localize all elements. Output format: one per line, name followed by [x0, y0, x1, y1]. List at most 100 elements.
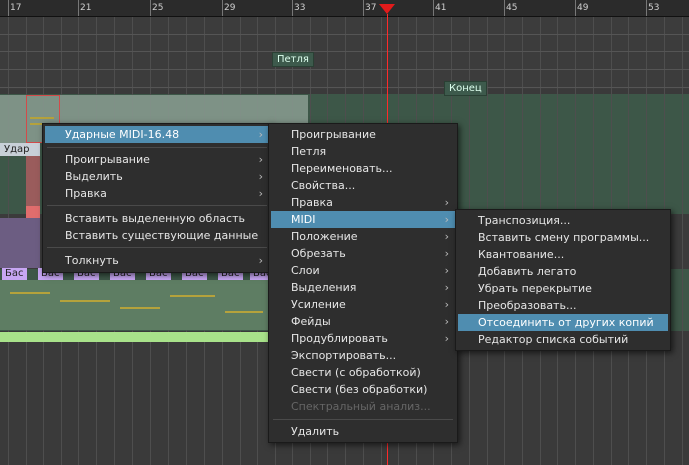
midi-note: [60, 300, 110, 302]
menu-item-layers[interactable]: Слои ›: [271, 262, 455, 279]
drum-region-label: Удар: [4, 144, 30, 155]
submenu-arrow-icon: ›: [444, 196, 449, 209]
timeline-ruler[interactable]: 17 21 25 29 33 37 41 45 49 53: [0, 0, 689, 17]
submenu-arrow-icon: ›: [444, 281, 449, 294]
ruler-tickline: [433, 0, 434, 16]
playhead-marker-icon[interactable]: [379, 4, 395, 14]
menu-item-label: Преобразовать...: [478, 299, 577, 312]
menu-item-label: Свойства...: [291, 179, 356, 192]
menu-item-label: Переименовать...: [291, 162, 393, 175]
ruler-tick: 29: [224, 3, 236, 13]
lane-divider: [0, 87, 689, 88]
menu-item-select[interactable]: Выделить ›: [45, 168, 269, 185]
ruler-tick: 49: [577, 3, 589, 13]
menu-item-midi[interactable]: MIDI ›: [271, 211, 455, 228]
menu-item-label: Свести (без обработки): [291, 383, 428, 396]
menu-item-duplicate[interactable]: Продублировать ›: [271, 330, 455, 347]
ruler-tickline: [8, 0, 9, 16]
menu-item-label: Проигрывание: [291, 128, 376, 141]
menu-item-edit[interactable]: Правка ›: [45, 185, 269, 202]
menu-item-transform[interactable]: Преобразовать...: [458, 297, 668, 314]
loop-marker[interactable]: Петля: [272, 52, 314, 67]
menu-separator: [273, 419, 453, 420]
drum-region-end[interactable]: [26, 206, 40, 218]
ruler-tickline: [504, 0, 505, 16]
submenu-arrow-icon: ›: [444, 298, 449, 311]
menu-item-fades[interactable]: Фейды ›: [271, 313, 455, 330]
menu-item-bounce-unprocessed[interactable]: Свести (без обработки): [271, 381, 455, 398]
menu-item-remove-overlap[interactable]: Убрать перекрытие: [458, 280, 668, 297]
midi-note: [120, 307, 160, 309]
menu-item-paste-selection[interactable]: Вставить выделенную область: [45, 210, 269, 227]
bass-region[interactable]: [0, 280, 268, 330]
menu-item-unlink[interactable]: Отсоединить от других копий: [458, 314, 668, 331]
submenu-arrow-icon: ›: [258, 170, 263, 183]
grid-line: [682, 17, 683, 465]
menu-item-label: Петля: [291, 145, 327, 158]
menu-item-export[interactable]: Экспортировать...: [271, 347, 455, 364]
menu-item-gain[interactable]: Усиление ›: [271, 296, 455, 313]
ruler-tick: 45: [506, 3, 518, 13]
menu-item-delete[interactable]: Удалить: [271, 423, 455, 440]
menu-item-legato[interactable]: Добавить легато: [458, 263, 668, 280]
menu-item-region-name[interactable]: Ударные MIDI-16.48 ›: [45, 126, 269, 143]
menu-item-quantize[interactable]: Квантование...: [458, 246, 668, 263]
menu-item-loop[interactable]: Петля: [271, 143, 455, 160]
menu-item-label: Слои: [291, 264, 320, 277]
ruler-tickline: [222, 0, 223, 16]
ruler-tick: 41: [435, 3, 447, 13]
menu-separator: [47, 205, 267, 206]
menu-item-label: Положение: [291, 230, 358, 243]
end-marker[interactable]: Конец: [444, 81, 487, 96]
ruler-tick: 33: [294, 3, 306, 13]
menu-item-label: Толкнуть: [65, 254, 119, 267]
menu-item-label: Спектральный анализ...: [291, 400, 431, 413]
midi-submenu: Транспозиция... Вставить смену программы…: [455, 209, 671, 351]
menu-item-label: Экспортировать...: [291, 349, 397, 362]
menu-item-edit[interactable]: Правка ›: [271, 194, 455, 211]
menu-item-label: Вставить выделенную область: [65, 212, 245, 225]
drum-region-clip[interactable]: [26, 156, 40, 206]
menu-item-nudge[interactable]: Толкнуть ›: [45, 252, 269, 269]
menu-item-label: Добавить легато: [478, 265, 577, 278]
synth-region[interactable]: [0, 218, 40, 268]
midi-note: [170, 295, 215, 297]
menu-item-label: Убрать перекрытие: [478, 282, 592, 295]
menu-item-properties[interactable]: Свойства...: [271, 177, 455, 194]
automation-region[interactable]: [0, 332, 268, 342]
menu-item-selections[interactable]: Выделения ›: [271, 279, 455, 296]
menu-item-playback[interactable]: Проигрывание ›: [45, 151, 269, 168]
menu-separator: [47, 147, 267, 148]
menu-item-label: Редактор списка событий: [478, 333, 629, 346]
menu-item-label: Выделения: [291, 281, 357, 294]
submenu-arrow-icon: ›: [444, 332, 449, 345]
menu-item-bounce-processed[interactable]: Свести (с обработкой): [271, 364, 455, 381]
menu-item-label: Вставить существующие данные: [65, 229, 259, 242]
bass-region-chip[interactable]: Бас: [2, 268, 27, 280]
menu-item-insert-program-change[interactable]: Вставить смену программы...: [458, 229, 668, 246]
submenu-arrow-icon: ›: [258, 254, 263, 267]
menu-item-position[interactable]: Положение ›: [271, 228, 455, 245]
ruler-tickline: [292, 0, 293, 16]
menu-item-trim[interactable]: Обрезать ›: [271, 245, 455, 262]
menu-item-label: Вставить смену программы...: [478, 231, 650, 244]
lane-divider: [0, 69, 689, 70]
submenu-arrow-icon: ›: [444, 247, 449, 260]
ruler-tickline: [78, 0, 79, 16]
menu-item-playback[interactable]: Проигрывание: [271, 126, 455, 143]
menu-item-transpose[interactable]: Транспозиция...: [458, 212, 668, 229]
ruler-tick: 37: [365, 3, 377, 13]
ruler-tickline: [575, 0, 576, 16]
ruler-tick: 21: [80, 3, 92, 13]
menu-item-paste-existing[interactable]: Вставить существующие данные: [45, 227, 269, 244]
ruler-tickline: [646, 0, 647, 16]
menu-item-label: Правка: [291, 196, 333, 209]
menu-item-label: Фейды: [291, 315, 331, 328]
menu-item-rename[interactable]: Переименовать...: [271, 160, 455, 177]
submenu-arrow-icon: ›: [258, 128, 263, 141]
ruler-tick: 17: [10, 3, 22, 13]
menu-item-label: Свести (с обработкой): [291, 366, 421, 379]
menu-item-event-list[interactable]: Редактор списка событий: [458, 331, 668, 348]
menu-item-label: Удалить: [291, 425, 340, 438]
menu-item-label: Квантование...: [478, 248, 565, 261]
